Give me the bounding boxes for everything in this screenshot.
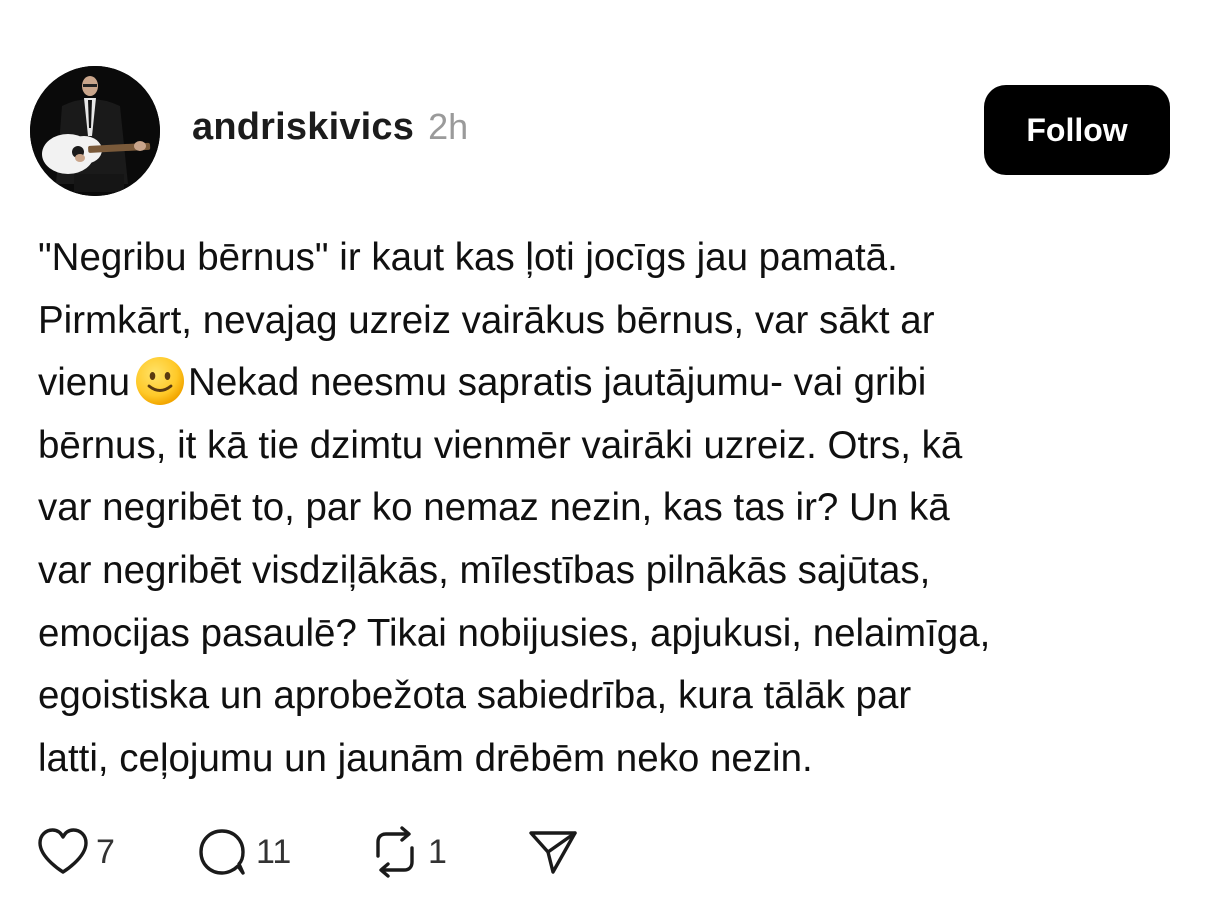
slightly-smiling-face-emoji	[136, 357, 185, 406]
share-button[interactable]	[526, 826, 580, 878]
avatar-image	[30, 66, 160, 196]
heart-icon	[38, 828, 88, 874]
post-text-line: Pirmkārt, nevajag uzreiz vairākus bērnus…	[38, 298, 935, 342]
post-actions: 7 11 1	[36, 826, 636, 878]
post-timestamp: 2h	[428, 106, 469, 147]
post-body: "Negribu bērnus" ir kaut kas ļoti jocīgs…	[38, 227, 1188, 790]
post-text-fragment: vienu	[38, 361, 131, 405]
post-text-line: var negribēt visdziļākās, mīlestības pil…	[38, 548, 931, 592]
post-text-fragment: Nekad neesmu sapratis jautājumu- vai gri…	[188, 361, 927, 405]
repost-icon	[376, 826, 414, 878]
follow-button[interactable]: Follow	[984, 85, 1170, 175]
post-header: andriskivics 2h Follow	[30, 66, 1170, 196]
reply-button[interactable]: 11	[196, 826, 291, 878]
post-text-line: latti, ceļojumu un jaunām drēbēm neko ne…	[38, 736, 813, 780]
like-button[interactable]: 7	[36, 826, 115, 878]
paper-plane-icon	[529, 831, 577, 874]
author-line: andriskivics 2h	[192, 106, 468, 156]
like-count: 7	[96, 832, 115, 871]
author-username[interactable]: andriskivics	[192, 106, 414, 149]
post-text-line: "Negribu bērnus" ir kaut kas ļoti jocīgs…	[38, 236, 898, 279]
reply-count: 11	[256, 832, 292, 871]
post-text-line: bērnus, it kā tie dzimtu vienmēr vairāki…	[38, 423, 963, 467]
post-text-line: emocijas pasaulē? Tikai nobijusies, apju…	[38, 611, 991, 655]
repost-button[interactable]: 1	[368, 826, 447, 878]
post-text-line: egoistiska un aprobežota sabiedrība, kur…	[38, 674, 912, 718]
post-text-line: vienu Nekad neesmu sapratis jautājumu- v…	[38, 352, 1188, 415]
repost-count: 1	[428, 832, 447, 871]
post-text-line: var negribēt to, par ko nemaz nezin, kas…	[38, 486, 950, 530]
thread-post: andriskivics 2h Follow "Negribu bērnus" …	[0, 0, 1206, 906]
speech-bubble-icon	[199, 829, 245, 875]
avatar[interactable]	[30, 66, 160, 196]
